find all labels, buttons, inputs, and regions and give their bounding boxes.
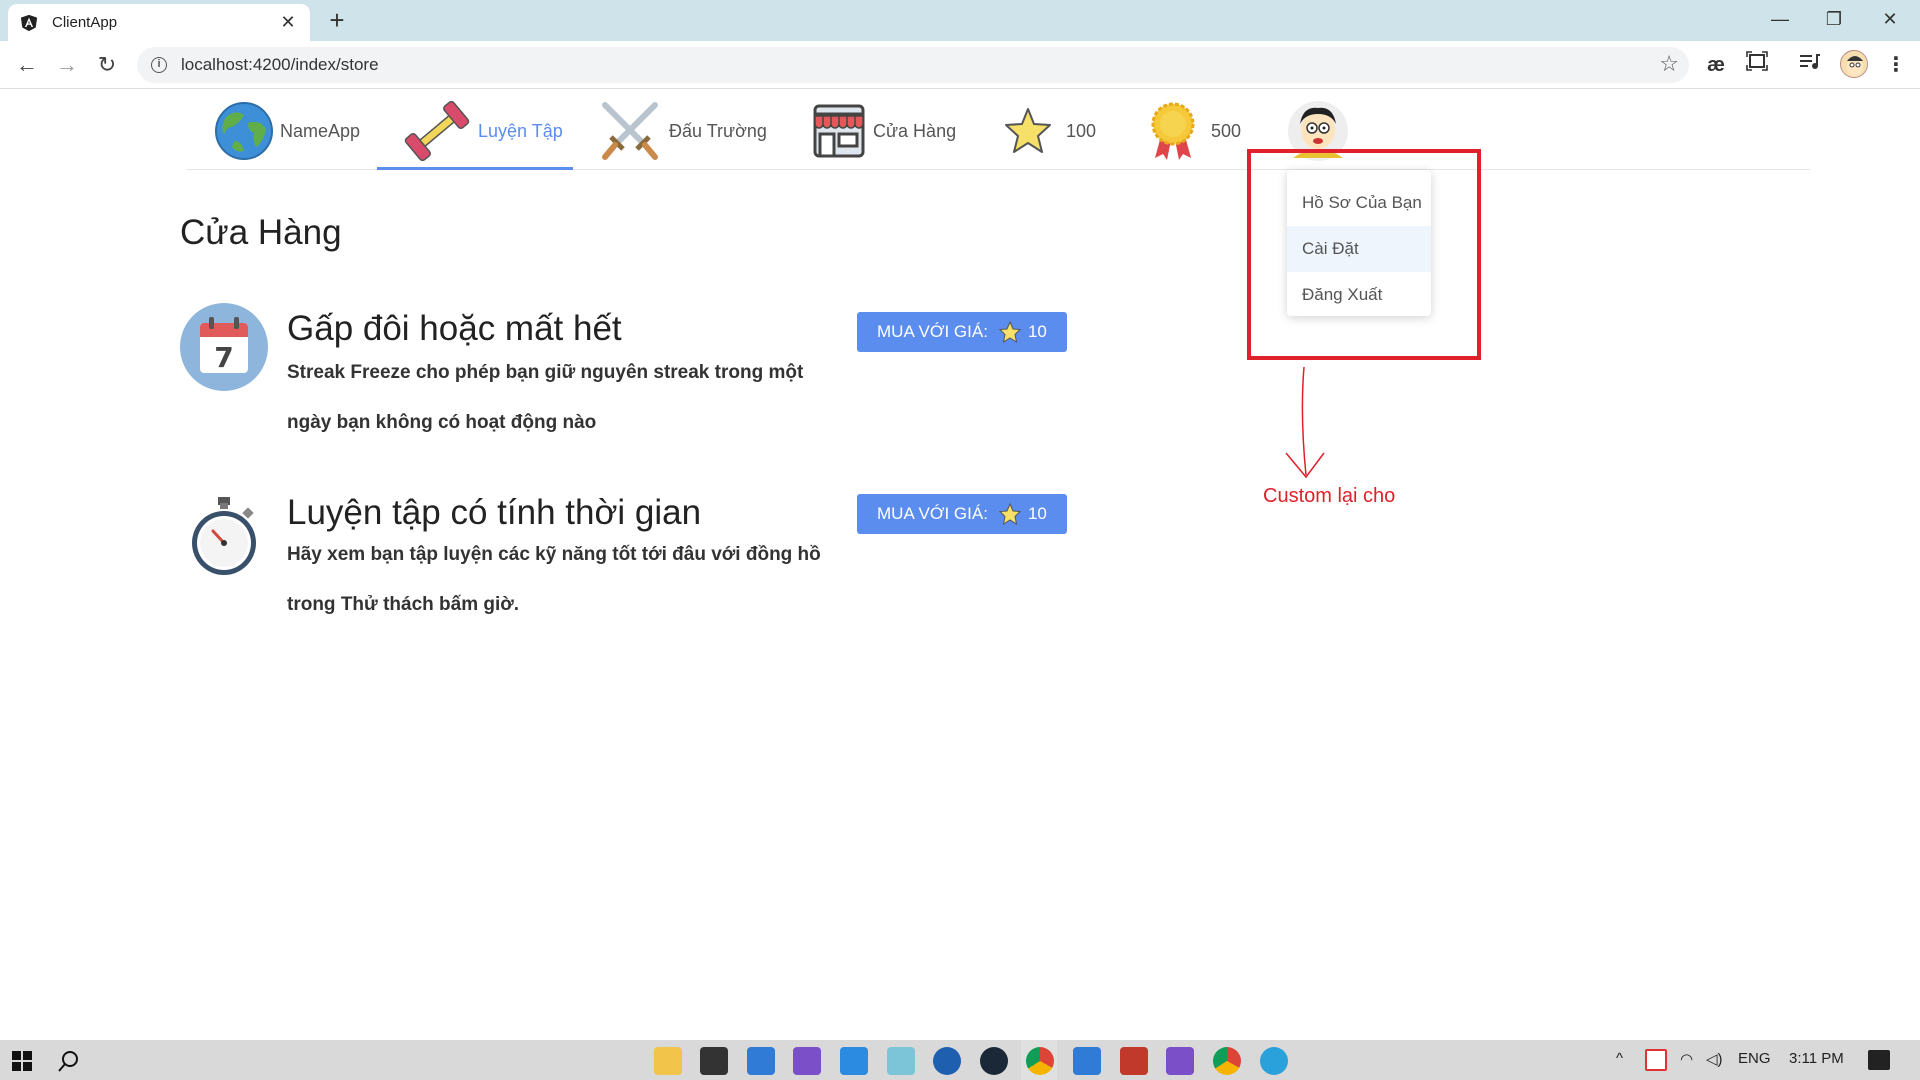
close-window-button[interactable]: ✕ bbox=[1862, 0, 1918, 40]
active-tab-indicator bbox=[377, 167, 573, 170]
visual-studio-2-icon[interactable] bbox=[1166, 1047, 1194, 1075]
nav-label: Cửa Hàng bbox=[873, 120, 957, 141]
windows-taskbar: ^ ◠ ◁) ENG 3:11 PM bbox=[0, 1040, 1920, 1080]
annotation-text: Custom lại cho bbox=[1263, 485, 1396, 507]
buy-button-label: MUA VỚI GIÁ: bbox=[877, 322, 988, 341]
dumbbell-icon bbox=[404, 100, 470, 162]
browser-titlebar: ClientApp ✕ + — ❐ ✕ bbox=[0, 0, 1920, 41]
browser-menu-icon[interactable]: ⋮ bbox=[1886, 51, 1906, 79]
site-info-icon[interactable]: i bbox=[151, 57, 167, 73]
star-icon bbox=[998, 320, 1022, 344]
nav-item-arena[interactable]: Đấu Trường bbox=[597, 100, 767, 162]
price: 10 bbox=[1027, 322, 1047, 341]
visual-studio-icon[interactable] bbox=[793, 1047, 821, 1075]
annotation-arrow-icon bbox=[1285, 366, 1325, 479]
nav-item-practice[interactable]: Luyện Tập bbox=[402, 100, 563, 162]
back-button[interactable]: ← bbox=[11, 49, 43, 81]
calendar-icon: 7 bbox=[180, 303, 268, 391]
steam-icon[interactable] bbox=[980, 1047, 1008, 1075]
screen-capture-icon[interactable] bbox=[1744, 51, 1770, 79]
volume-icon[interactable]: ◁) bbox=[1706, 1050, 1723, 1068]
address-bar[interactable]: i localhost:4200/index/store ☆ bbox=[137, 47, 1689, 83]
nav-label: Đấu Trường bbox=[669, 120, 767, 141]
nav-item-nameapp[interactable]: NameApp bbox=[214, 100, 360, 162]
reload-button[interactable]: ↻ bbox=[91, 49, 123, 81]
maximize-button[interactable]: ❐ bbox=[1806, 0, 1862, 40]
item-title: Gấp đôi hoặc mất hết bbox=[287, 309, 622, 348]
star-icon bbox=[1005, 108, 1051, 153]
vscode-icon[interactable] bbox=[840, 1047, 868, 1075]
chrome-icon[interactable] bbox=[1026, 1047, 1054, 1075]
close-tab-icon[interactable]: ✕ bbox=[278, 12, 298, 33]
browser-tab[interactable]: ClientApp ✕ bbox=[8, 4, 310, 41]
brave-icon[interactable] bbox=[1120, 1047, 1148, 1075]
antivirus-icon[interactable] bbox=[1645, 1049, 1667, 1071]
buy-button[interactable]: MUA VỚI GIÁ: 10 bbox=[857, 312, 1067, 352]
stars-counter: 100 bbox=[1002, 100, 1096, 162]
stars-count: 100 bbox=[1066, 120, 1097, 141]
profile-avatar[interactable] bbox=[1840, 50, 1868, 78]
medals-count: 500 bbox=[1211, 120, 1242, 141]
file-explorer-icon[interactable] bbox=[654, 1047, 682, 1075]
nav-label: Luyện Tập bbox=[478, 120, 563, 141]
buy-button[interactable]: MUA VỚI GIÁ: 10 bbox=[857, 494, 1067, 534]
minimize-button[interactable]: — bbox=[1752, 0, 1808, 40]
store-item: 7 Gấp đôi hoặc mất hết Streak Freeze cho… bbox=[180, 303, 1080, 453]
stopwatch-icon bbox=[192, 497, 256, 575]
media-queue-icon[interactable] bbox=[1796, 51, 1822, 79]
telegram-icon[interactable] bbox=[1260, 1047, 1288, 1075]
annotation-highlight-box bbox=[1247, 149, 1481, 360]
medals-counter: 500 bbox=[1147, 100, 1241, 162]
todo-icon[interactable] bbox=[1073, 1047, 1101, 1075]
chevron-up-icon[interactable]: ^ bbox=[1616, 1050, 1623, 1067]
nav-item-store[interactable]: Cửa Hàng bbox=[811, 100, 956, 162]
forward-button[interactable]: → bbox=[51, 49, 83, 81]
browser-toolbar: ← → ↻ i localhost:4200/index/store ☆ æ ⋮ bbox=[0, 41, 1920, 89]
maps-icon[interactable] bbox=[933, 1047, 961, 1075]
store-item: Luyện tập có tính thời gian Hãy xem bạn … bbox=[180, 489, 1080, 639]
wifi-icon[interactable]: ◠ bbox=[1680, 1050, 1693, 1068]
tool-icon[interactable] bbox=[887, 1047, 915, 1075]
store-app-icon[interactable] bbox=[700, 1047, 728, 1075]
buy-button-label: MUA VỚI GIÁ: bbox=[877, 504, 988, 523]
url-text: localhost:4200/index/store bbox=[181, 55, 379, 74]
tab-title: ClientApp bbox=[52, 14, 118, 31]
globe-icon bbox=[215, 102, 273, 160]
crossed-swords-icon bbox=[602, 102, 658, 160]
language-indicator[interactable]: ENG bbox=[1738, 1050, 1771, 1067]
notification-icon[interactable] bbox=[1868, 1050, 1890, 1070]
mail-icon[interactable] bbox=[747, 1047, 775, 1075]
item-description: Hãy xem bạn tập luyện các kỹ năng tốt tớ… bbox=[287, 544, 821, 615]
price: 10 bbox=[1027, 504, 1047, 523]
bookmark-star-icon[interactable]: ☆ bbox=[1659, 51, 1679, 77]
item-description: Streak Freeze cho phép bạn giữ nguyên st… bbox=[287, 362, 804, 433]
extension-ae-icon[interactable]: æ bbox=[1703, 51, 1729, 79]
windows-start-icon[interactable] bbox=[12, 1051, 32, 1071]
item-title: Luyện tập có tính thời gian bbox=[287, 493, 702, 532]
clock[interactable]: 3:11 PM bbox=[1789, 1050, 1844, 1067]
store-icon bbox=[813, 104, 865, 158]
search-icon[interactable] bbox=[58, 1050, 80, 1072]
new-tab-button[interactable]: + bbox=[322, 6, 352, 36]
chrome-2-icon[interactable] bbox=[1213, 1047, 1241, 1075]
medal-icon bbox=[1151, 102, 1195, 160]
page-title: Cửa Hàng bbox=[180, 213, 342, 252]
svg-text:7: 7 bbox=[214, 341, 233, 374]
nav-label: NameApp bbox=[280, 120, 361, 141]
star-icon bbox=[998, 502, 1022, 526]
app-navbar: NameApp Luyện Tập Đấu Trường Cửa Hàng 10… bbox=[187, 90, 1810, 170]
angular-icon bbox=[20, 14, 38, 31]
